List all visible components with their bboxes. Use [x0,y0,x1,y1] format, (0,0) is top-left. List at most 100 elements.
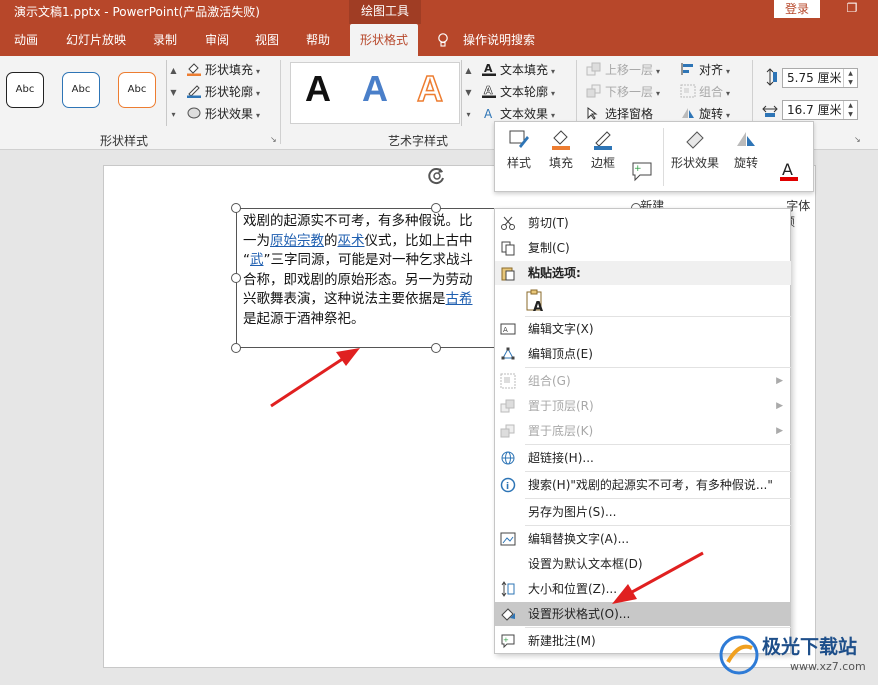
paste-keep-text-only-icon[interactable]: A [525,289,547,313]
gallery-more-icon[interactable]: ▾ [167,104,180,126]
menu-item-size-position[interactable]: 大小和位置(Z)... [495,577,791,601]
shape-height-input[interactable]: 5.75 厘米 ▲ ▼ [782,68,858,88]
send-backward-button[interactable]: 下移一层 ▾ [586,82,660,102]
chevron-down-icon: ▾ [551,89,556,98]
tab-review[interactable]: 审阅 [205,24,229,56]
shape-fill-button[interactable]: 形状填充 ▾ [186,60,260,80]
format-shape-icon [501,608,515,621]
shape-effects-label: 形状效果 [205,107,254,121]
menu-item-format-shape[interactable]: 设置形状格式(O)... [495,602,791,626]
rotate-handle-icon[interactable] [427,166,447,186]
svg-text:+: + [503,636,509,644]
mini-fill-button[interactable]: 填充 [543,128,579,171]
submenu-arrow-icon: ▶ [776,401,783,411]
hyperlink-wu[interactable]: 武 [250,252,264,268]
login-button[interactable]: 登录 [774,0,820,18]
selection-pane-icon [587,107,598,120]
wordart-sample-black[interactable]: A [305,68,331,110]
gallery-more-icon[interactable]: ▾ [462,104,475,126]
dialog-launcher-icon[interactable]: ↘ [854,136,863,145]
align-icon [681,63,693,75]
menu-item-bring-to-front-label: 置于顶层(R) [528,399,594,413]
tab-record[interactable]: 录制 [153,24,177,56]
shape-style-gallery-scroll[interactable]: ▲ ▼ ▾ [166,60,180,126]
restore-window-button[interactable]: ❐ [840,0,864,18]
shape-style-sample-3[interactable]: Abc [118,72,156,108]
shape-effects-button[interactable]: 形状效果 ▾ [186,104,260,124]
menu-item-hyperlink[interactable]: 超链接(H)... [495,446,791,470]
bring-to-front-icon [500,399,515,413]
width-spinner[interactable]: ▲ ▼ [843,101,857,119]
wordart-styles-group-label: 艺术字样式 [388,134,449,148]
wordart-sample-blue[interactable]: A [362,68,388,110]
menu-separator [525,444,791,445]
mini-rotate-button[interactable]: 旋转 [729,128,763,171]
text-effects-label: 文本效果 [500,107,549,121]
group-button[interactable]: 组合 ▾ [680,82,730,102]
shape-style-sample-2[interactable]: Abc [62,72,100,108]
tab-shape-format[interactable]: 形状格式 [350,24,419,56]
scroll-up-icon[interactable]: ▲ [462,60,475,82]
tab-view[interactable]: 视图 [255,24,279,56]
shape-outline-button[interactable]: 形状轮廓 ▾ [186,82,260,102]
menu-item-set-default-textbox[interactable]: 设置为默认文本框(D) [495,552,791,576]
menu-item-edit-alt-text[interactable]: 编辑替换文字(A)... [495,527,791,551]
menu-item-copy[interactable]: 复制(C) [495,236,791,260]
menu-item-save-as-picture[interactable]: 另存为图片(S)... [495,500,791,524]
height-spinner[interactable]: ▲ ▼ [843,69,857,87]
mini-shape-effects-button[interactable]: 形状效果 [667,128,723,171]
dialog-launcher-icon[interactable]: ↘ [270,136,279,145]
menu-item-hyperlink-label: 超链接(H)... [528,451,594,465]
bring-forward-icon [586,62,601,76]
shape-style-sample-1[interactable]: Abc [6,72,44,108]
menu-item-search[interactable]: i 搜索(H)"戏剧的起源实不可考，有多种假说..." [495,473,791,497]
resize-handle-top-middle[interactable] [431,203,441,213]
resize-handle-bottom-middle[interactable] [431,343,441,353]
tab-slideshow[interactable]: 幻灯片放映 [66,24,126,56]
chevron-down-icon: ▾ [256,111,261,120]
menu-item-edit-points[interactable]: 编辑顶点(E) [495,342,791,366]
scroll-up-icon[interactable]: ▲ [167,60,180,82]
text-outline-label: 文本轮廓 [500,85,549,99]
fill-bucket-icon [187,63,201,76]
shape-width-icon [762,105,778,117]
text-fill-button[interactable]: A 文本填充 ▾ [481,60,555,80]
scroll-down-icon[interactable]: ▼ [462,82,475,104]
outline-pen-icon [594,131,612,150]
bring-forward-button[interactable]: 上移一层 ▾ [586,60,660,80]
svg-text:A: A [533,300,543,313]
menu-item-send-to-back[interactable]: 置于底层(K) ▶ [495,419,791,443]
resize-handle-bottom-left[interactable] [231,343,241,353]
menu-item-bring-to-front[interactable]: 置于顶层(R) ▶ [495,394,791,418]
watermark: 极光下载站 www.xz7.com [718,628,874,680]
svg-text:A: A [503,326,508,334]
hyperlink-ancient-greece[interactable]: 古希 [446,291,473,307]
hyperlink-primitive-religion[interactable]: 原始宗教 [270,233,324,249]
textbox-content[interactable]: 戏剧的起源实不可考，有多种假说。比 一为原始宗教的巫术仪式，比如上古中 “武”三… [243,212,503,329]
menu-item-cut[interactable]: 剪切(T) [495,211,791,235]
mini-style-button[interactable]: 样式 [501,128,537,171]
menu-item-cut-label: 剪切(T) [528,216,569,230]
scroll-down-icon[interactable]: ▼ [167,82,180,104]
menu-item-edit-text[interactable]: A 编辑文字(X) [495,317,791,341]
align-button[interactable]: 对齐 ▾ [680,60,730,80]
menu-item-group[interactable]: 组合(G) ▶ [495,369,791,393]
tab-animations[interactable]: 动画 [14,24,38,56]
tab-help[interactable]: 帮助 [306,24,330,56]
text-fill-label: 文本填充 [500,63,549,77]
scissors-icon [501,216,515,230]
menu-item-copy-label: 复制(C) [528,241,570,255]
menu-item-search-label: 搜索(H)"戏剧的起源实不可考，有多种假说..." [528,478,773,492]
wordart-gallery-scroll[interactable]: ▲ ▼ ▾ [461,60,475,126]
tell-me-search[interactable]: 操作说明搜索 [463,24,535,56]
mini-fill-label: 填充 [548,156,573,170]
shape-width-input[interactable]: 16.7 厘米 ▲ ▼ [782,100,858,120]
mini-outline-button[interactable]: 边框 [585,128,621,171]
resize-handle-top-left[interactable] [231,203,241,213]
wordart-sample-orange[interactable]: A [416,67,444,110]
text-outline-button[interactable]: A 文本轮廓 ▾ [481,82,555,102]
resize-handle-middle-left[interactable] [231,273,241,283]
rotate-icon [737,132,755,146]
hyperlink-witchcraft[interactable]: 巫术 [338,233,365,249]
edit-points-icon [501,347,515,360]
